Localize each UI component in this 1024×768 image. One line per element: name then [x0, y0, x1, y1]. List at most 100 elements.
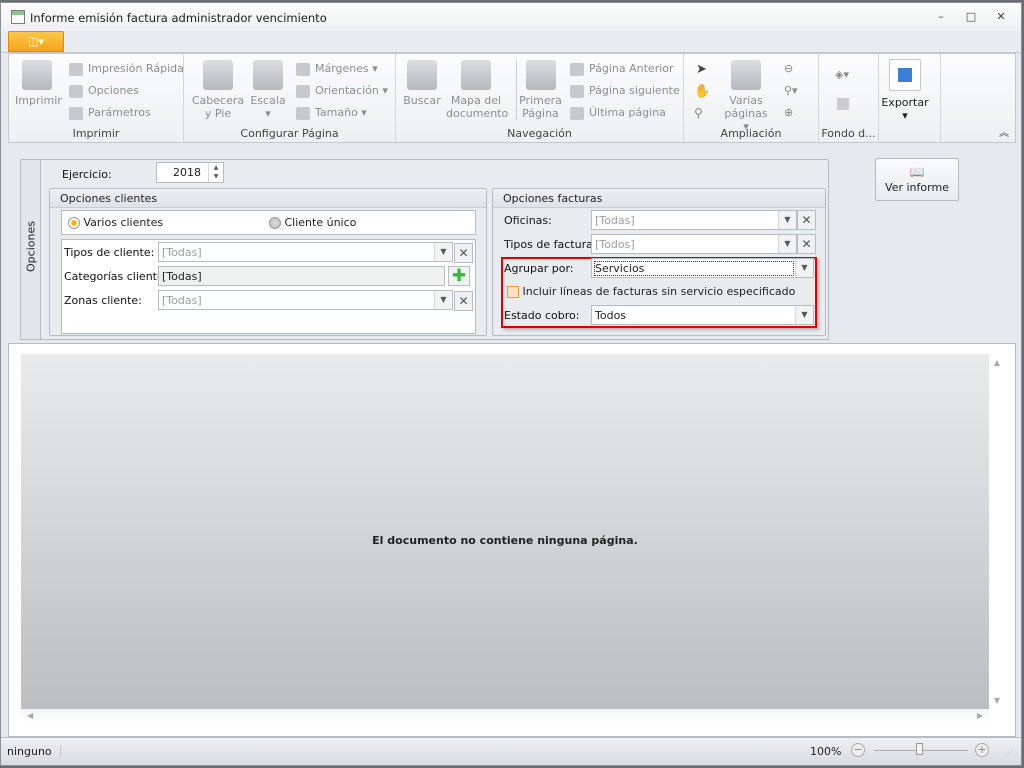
next-page-icon	[570, 84, 584, 98]
header-footer-icon	[203, 60, 233, 90]
imprimir-button[interactable]: Imprimir	[15, 60, 62, 107]
export-icon[interactable]	[889, 59, 921, 91]
status-bar: ninguno 100% − + ⋰	[1, 737, 1021, 765]
impresion-rapida-button[interactable]: Impresión Rápida	[69, 62, 184, 76]
report-window: Informe emisión factura administrador ve…	[0, 2, 1022, 766]
pagina-siguiente-button[interactable]: Página siguiente	[570, 84, 680, 98]
orientation-icon	[296, 84, 310, 98]
options-icon	[69, 84, 83, 98]
app-icon	[11, 10, 25, 24]
clear-zonas-cliente-button[interactable]: ✕	[454, 291, 473, 311]
empty-document-message: El documento no contiene ninguna página.	[372, 534, 638, 547]
oficinas-combo[interactable]: [Todas] ▼	[591, 210, 797, 230]
chevron-down-icon[interactable]: ▼	[778, 235, 796, 253]
spin-buttons[interactable]: ▲ ▼	[208, 163, 223, 182]
varias-paginas-button[interactable]: Varias páginas ▾	[720, 60, 772, 133]
menu-bar: ◫▾	[1, 31, 1021, 53]
group-label: Ampliación	[720, 127, 782, 140]
cabecera-pie-button[interactable]: Cabecera y Pie	[190, 60, 246, 120]
ribbon-group-fondo: ◈▾ Fondo d...	[819, 54, 879, 142]
ejercicio-spinner[interactable]: 2018 ▲ ▼	[156, 162, 224, 183]
tipos-factura-combo[interactable]: [Todos] ▼	[591, 234, 797, 254]
opciones-clientes-group: Opciones clientes Varios clientes Client…	[49, 188, 487, 336]
buscar-button[interactable]: Buscar	[400, 60, 444, 107]
primera-pagina-button[interactable]: Primera Página	[516, 60, 564, 120]
ver-informe-button[interactable]: 📖 Ver informe	[875, 158, 959, 201]
estado-cobro-combo[interactable]: Todos ▼	[591, 305, 814, 325]
agrupar-por-combo[interactable]: Servicios ▼	[591, 258, 814, 278]
maximize-button[interactable]: □	[963, 10, 979, 24]
hand-icon[interactable]: ✋	[694, 84, 710, 99]
ribbon-group-configurar-pagina: Cabecera y Pie Escala ▾ Márgenes ▾ Orient…	[184, 54, 396, 142]
oficinas-label: Oficinas:	[504, 214, 552, 227]
orientacion-button[interactable]: Orientación ▾	[296, 84, 388, 98]
ultima-pagina-button[interactable]: Última página	[570, 106, 666, 120]
ribbon-group-exportar: Exportar ▾	[879, 54, 941, 142]
client-filters: Tipos de cliente: [Todas] ▼ ✕ Categorías …	[61, 239, 476, 334]
clear-oficinas-button[interactable]: ✕	[797, 210, 816, 230]
vertical-scrollbar[interactable]: ▲ ▼	[989, 354, 1005, 709]
opciones-button[interactable]: Opciones	[69, 84, 139, 98]
status-text: ninguno	[7, 745, 61, 758]
chevron-down-icon[interactable]: ▼	[434, 243, 452, 261]
zoom-in-icon[interactable]: ⊕	[784, 106, 793, 119]
opciones-facturas-group: Opciones facturas Oficinas: [Todas] ▼ ✕ T…	[492, 188, 826, 336]
mapa-documento-button[interactable]: Mapa del documento	[446, 60, 508, 120]
add-categoria-button[interactable]: ✚	[448, 266, 470, 286]
zoom-in-button[interactable]: +	[975, 743, 989, 757]
zoom-out-icon[interactable]: ⊖	[784, 62, 793, 75]
zonas-cliente-label: Zonas cliente:	[64, 294, 142, 307]
options-tab[interactable]: Opciones	[21, 160, 41, 339]
chevron-down-icon[interactable]: ▼	[778, 211, 796, 229]
clear-tipos-cliente-button[interactable]: ✕	[454, 243, 473, 263]
group-label: Navegación	[507, 127, 572, 140]
parametros-button[interactable]: Parámetros	[69, 106, 151, 120]
document-map-icon	[461, 60, 491, 90]
page-color-icon[interactable]: ◈▾	[835, 68, 849, 81]
binoculars-icon	[407, 60, 437, 90]
zoom-tool-icon[interactable]: ⚲	[694, 106, 703, 120]
group-label: Configurar Página	[240, 127, 339, 140]
title-bar: Informe emisión factura administrador ve…	[1, 3, 1021, 31]
escala-button[interactable]: Escala ▾	[246, 60, 290, 120]
tipos-cliente-label: Tipos de cliente:	[64, 246, 155, 259]
zonas-cliente-combo[interactable]: [Todas] ▼	[158, 290, 453, 310]
pointer-icon[interactable]: ➤	[696, 62, 707, 77]
parameters-icon	[69, 106, 83, 120]
group-label: Fondo d...	[821, 127, 876, 140]
printer-icon	[22, 60, 52, 90]
book-icon: 📖	[909, 165, 925, 179]
preview-canvas: El documento no contiene ninguna página.	[21, 354, 989, 709]
chevron-down-icon[interactable]: ▼	[795, 259, 813, 277]
minimize-button[interactable]: –	[933, 10, 949, 24]
margenes-button[interactable]: Márgenes ▾	[296, 62, 378, 76]
horizontal-scrollbar[interactable]: ◀ ▶	[21, 709, 989, 724]
clear-tipos-factura-button[interactable]: ✕	[797, 234, 816, 254]
zoom-level: 100%	[810, 745, 842, 758]
resize-grip-icon[interactable]: ⋰	[1005, 748, 1013, 757]
chevron-down-icon[interactable]: ▼	[795, 306, 813, 324]
watermark-icon[interactable]	[837, 98, 849, 110]
options-panel: Opciones Ejercicio: 2018 ▲ ▼ Opciones cli…	[20, 159, 829, 340]
agrupar-por-label: Agrupar por:	[504, 262, 574, 275]
pagina-anterior-button[interactable]: Página Anterior	[570, 62, 674, 76]
radio-cliente-unico[interactable]: Cliente único	[269, 216, 356, 229]
window-title: Informe emisión factura administrador ve…	[30, 11, 327, 25]
zoom-slider-thumb[interactable]	[916, 743, 923, 755]
tamano-button[interactable]: Tamaño ▾	[296, 106, 367, 120]
incluir-lineas-checkbox[interactable]: Incluir líneas de facturas sin servicio …	[507, 285, 795, 298]
categorias-cliente-field[interactable]: [Todas]	[158, 266, 445, 286]
radio-varios-clientes[interactable]: Varios clientes	[68, 216, 163, 229]
exportar-button[interactable]: Exportar ▾	[879, 96, 931, 122]
ejercicio-label: Ejercicio:	[62, 168, 112, 181]
estado-cobro-label: Estado cobro:	[504, 309, 580, 322]
chevron-down-icon[interactable]: ▼	[434, 291, 452, 309]
app-menu-button[interactable]: ◫▾	[8, 31, 64, 52]
close-button[interactable]: ✕	[993, 10, 1009, 24]
document-preview: El documento no contiene ninguna página.…	[8, 343, 1016, 737]
tipos-cliente-combo[interactable]: [Todas] ▼	[158, 242, 453, 262]
zoom-out-button[interactable]: −	[851, 743, 865, 757]
zoom-dropdown-icon[interactable]: ⚲▾	[784, 84, 798, 97]
collapse-ribbon-icon[interactable]: ︽	[999, 124, 1009, 139]
margins-icon	[296, 62, 310, 76]
